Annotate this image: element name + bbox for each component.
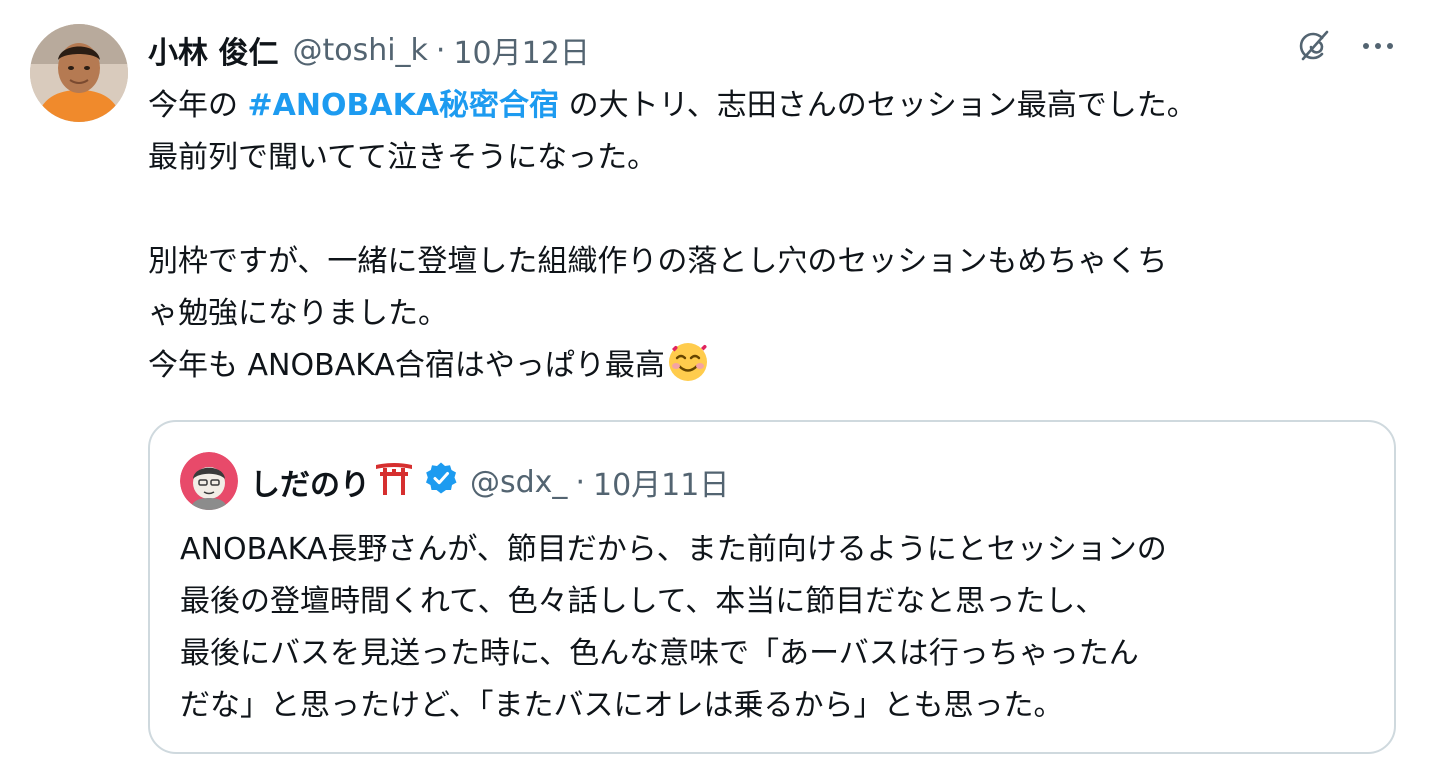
quote-text: ANOBAKA長野さんが、節目だから、また前向けるようにとセッションの 最後の登…: [180, 524, 1380, 732]
quote-text-line: ANOBAKA長野さんが、節目だから、また前向けるようにとセッションの: [180, 532, 1167, 567]
quote-text-line: だな」と思ったけど、「またバスにオレは乗るから」とも思った。: [180, 688, 1064, 723]
grok-button[interactable]: [1292, 24, 1336, 68]
tweet-text-line: 今年も ANOBAKA合宿はやっぱり最高: [148, 340, 1408, 392]
quote-author-handle: @sdx_: [470, 464, 568, 500]
quote-text-line: 最後にバスを見送った時に、色んな意味で「あーバスは行っちゃったん: [180, 636, 1139, 671]
quote-header-separator: ·: [575, 464, 585, 500]
torii-gate-emoji: [374, 460, 414, 504]
quote-author-avatar[interactable]: [180, 452, 238, 510]
more-icon: [1363, 43, 1393, 49]
grok-icon: [1299, 30, 1329, 61]
tweet[interactable]: 小林 俊仁 @toshi_k · 10月12日 今年の #ANOBAKA秘密合宿…: [0, 0, 1440, 772]
tweet-text-line: 最前列で聞いてて泣きそうになった。: [148, 140, 658, 175]
tweet-text: 今年の #ANOBAKA秘密合宿 の大トリ、志田さんのセッション最高でした。 最…: [148, 80, 1408, 392]
avatar-photo: [30, 24, 128, 122]
quote-header: しだのり @sdx_ · 10月11日: [250, 458, 729, 506]
tweet-text-segment: 今年も ANOBAKA合宿はやっぱり最高: [148, 348, 665, 383]
smiling-face-with-hearts-emoji: [667, 341, 709, 400]
quote-date: 10月11日: [592, 468, 730, 503]
author-display-name[interactable]: 小林 俊仁: [148, 28, 278, 72]
quoted-tweet[interactable]: しだのり @sdx_ · 10月11日 ANOBAKA長野さんが、節目だから、ま…: [148, 420, 1396, 754]
tweet-text-line: ゃ勉強になりました。: [148, 296, 448, 331]
quote-author-display-name: しだのり: [250, 468, 370, 503]
verified-badge-icon: [424, 461, 458, 503]
tweet-header: 小林 俊仁 @toshi_k · 10月12日: [148, 26, 590, 74]
author-avatar[interactable]: [30, 24, 128, 122]
tweet-date[interactable]: 10月12日: [453, 28, 589, 72]
tweet-text-line: 今年の #ANOBAKA秘密合宿 の大トリ、志田さんのセッション最高でした。: [148, 80, 1408, 132]
header-separator: ·: [435, 32, 446, 68]
tweet-text-line: 別枠ですが、一緒に登壇した組織作りの落とし穴のセッションもめちゃくち: [148, 244, 1168, 279]
tweet-text-segment: 今年の: [148, 88, 248, 123]
quote-text-line: 最後の登壇時間くれて、色々話しして、本当に節目だなと思ったし、: [180, 584, 1106, 619]
more-button[interactable]: [1356, 24, 1400, 68]
tweet-text-segment: の大トリ、志田さんのセッション最高でした。: [559, 88, 1197, 123]
author-handle[interactable]: @toshi_k: [292, 33, 427, 68]
hashtag-link[interactable]: #ANOBAKA秘密合宿: [248, 88, 560, 123]
quote-avatar-illustration: [180, 452, 238, 510]
